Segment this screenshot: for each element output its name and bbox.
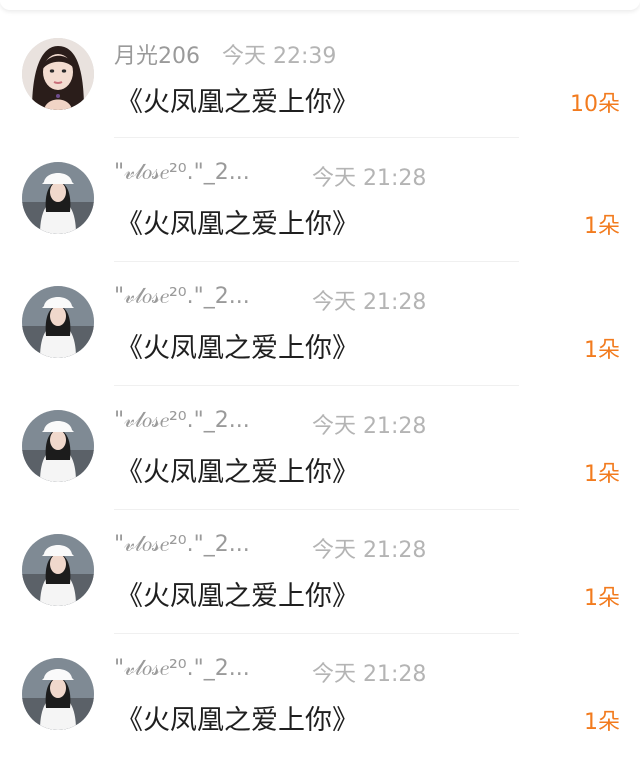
gift-name: 《火凤凰之爱上你》	[116, 333, 359, 364]
gift-name: 《火凤凰之爱上你》	[116, 209, 359, 240]
gift-name: 《火凤凰之爱上你》	[116, 581, 359, 612]
avatar-woman-white-hat-icon	[22, 286, 94, 358]
previous-card-edge	[0, 0, 640, 10]
list-item[interactable]: "𝓋𝓁𝑜𝓈𝑒²⁰."_2... 今天 21:28 《火凤凰之爱上你》 1朵	[0, 138, 640, 262]
avatar-woman-dark-hair-icon	[22, 38, 94, 110]
avatar[interactable]	[22, 410, 94, 482]
gift-count: 1朵	[584, 214, 620, 239]
list-item[interactable]: "𝓋𝓁𝑜𝓈𝑒²⁰."_2... 今天 21:28 《火凤凰之爱上你》 1朵	[0, 510, 640, 634]
gift-count: 10朵	[570, 92, 620, 117]
avatar-woman-white-hat-icon	[22, 162, 94, 234]
timestamp: 今天 22:39	[222, 44, 337, 69]
list-item[interactable]: "𝓋𝓁𝑜𝓈𝑒²⁰."_2... 今天 21:28 《火凤凰之爱上你》 1朵	[0, 386, 640, 510]
gift-record-list: 月光206 今天 22:39 《火凤凰之爱上你》 10朵 "𝓋𝓁𝑜𝓈𝑒²⁰."_…	[0, 14, 640, 758]
username[interactable]: 月光206	[114, 38, 200, 70]
avatar[interactable]	[22, 534, 94, 606]
avatar[interactable]	[22, 658, 94, 730]
username[interactable]: "𝓋𝓁𝑜𝓈𝑒²⁰."_2...	[114, 656, 250, 681]
avatar[interactable]	[22, 162, 94, 234]
timestamp: 今天 21:28	[312, 538, 427, 563]
gift-count: 1朵	[584, 338, 620, 363]
avatar-woman-white-hat-icon	[22, 658, 94, 730]
list-item[interactable]: 月光206 今天 22:39 《火凤凰之爱上你》 10朵	[0, 14, 640, 138]
avatar[interactable]	[22, 38, 94, 110]
username[interactable]: "𝓋𝓁𝑜𝓈𝑒²⁰."_2...	[114, 284, 250, 309]
username[interactable]: "𝓋𝓁𝑜𝓈𝑒²⁰."_2...	[114, 532, 250, 557]
timestamp: 今天 21:28	[312, 414, 427, 439]
list-item[interactable]: "𝓋𝓁𝑜𝓈𝑒²⁰."_2... 今天 21:28 《火凤凰之爱上你》 1朵	[0, 262, 640, 386]
list-item[interactable]: "𝓋𝓁𝑜𝓈𝑒²⁰."_2... 今天 21:28 《火凤凰之爱上你》 1朵	[0, 634, 640, 758]
gift-count: 1朵	[584, 586, 620, 611]
username[interactable]: "𝓋𝓁𝑜𝓈𝑒²⁰."_2...	[114, 160, 250, 185]
gift-name: 《火凤凰之爱上你》	[116, 705, 359, 736]
timestamp: 今天 21:28	[312, 290, 427, 315]
gift-name: 《火凤凰之爱上你》	[116, 457, 359, 488]
username[interactable]: "𝓋𝓁𝑜𝓈𝑒²⁰."_2...	[114, 408, 250, 433]
gift-name: 《火凤凰之爱上你》	[116, 87, 359, 118]
avatar[interactable]	[22, 286, 94, 358]
avatar-woman-white-hat-icon	[22, 410, 94, 482]
timestamp: 今天 21:28	[312, 166, 427, 191]
timestamp: 今天 21:28	[312, 662, 427, 687]
gift-count: 1朵	[584, 462, 620, 487]
avatar-woman-white-hat-icon	[22, 534, 94, 606]
gift-count: 1朵	[584, 710, 620, 735]
